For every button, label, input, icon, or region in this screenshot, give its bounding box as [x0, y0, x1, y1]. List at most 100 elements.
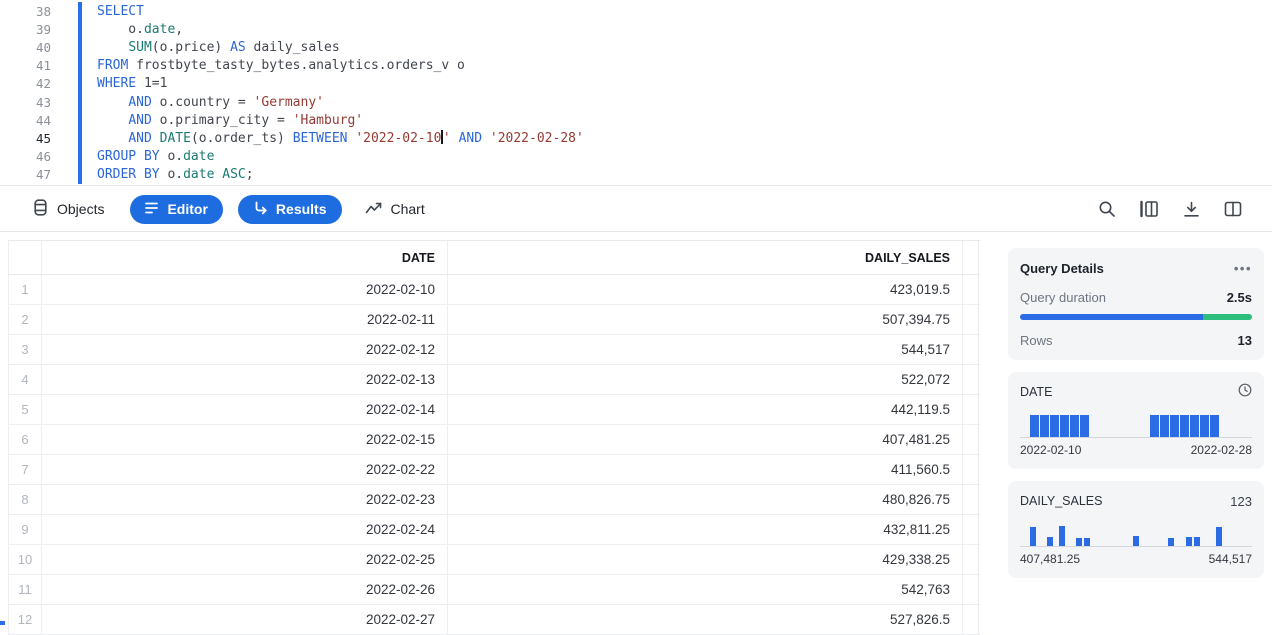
daily-sales-cell[interactable]: 544,517 — [448, 335, 963, 364]
row-number-cell[interactable]: 6 — [8, 425, 42, 454]
filler-cell[interactable] — [963, 485, 979, 514]
filler-cell[interactable] — [963, 365, 979, 394]
table-row[interactable]: 122022-02-27527,826.5 — [8, 605, 980, 635]
date-cell[interactable]: 2022-02-15 — [42, 425, 448, 454]
daily-sales-cell[interactable]: 429,338.25 — [448, 545, 963, 574]
histogram-bar — [1040, 415, 1049, 437]
daily-sales-histogram[interactable] — [1020, 515, 1252, 547]
code-text: AND o.primary_city = 'Hamburg' — [97, 113, 363, 128]
table-row[interactable]: 22022-02-11507,394.75 — [8, 305, 980, 335]
table-row[interactable]: 32022-02-12544,517 — [8, 335, 980, 365]
table-row[interactable]: 92022-02-24432,811.25 — [8, 515, 980, 545]
code-line[interactable]: 42WHERE 1=1 — [0, 75, 1272, 93]
editor-tab-button[interactable]: Editor — [130, 195, 222, 224]
ellipsis-menu-icon[interactable]: ••• — [1234, 261, 1252, 276]
date-histogram[interactable] — [1020, 406, 1252, 438]
daily-sales-column-header[interactable]: DAILY_SALES — [448, 241, 963, 274]
filler-cell[interactable] — [963, 395, 979, 424]
date-cell[interactable]: 2022-02-14 — [42, 395, 448, 424]
date-cell[interactable]: 2022-02-25 — [42, 545, 448, 574]
histogram-bar — [1190, 415, 1199, 437]
row-number-cell[interactable]: 1 — [8, 275, 42, 304]
daily-sales-cell[interactable]: 480,826.75 — [448, 485, 963, 514]
daily-sales-cell[interactable]: 411,560.5 — [448, 455, 963, 484]
line-number: 45 — [0, 131, 51, 146]
split-panel-icon[interactable] — [1222, 198, 1244, 220]
code-text: WHERE 1=1 — [97, 76, 167, 91]
table-row[interactable]: 72022-02-22411,560.5 — [8, 455, 980, 485]
histogram-bar — [1150, 415, 1159, 437]
search-icon[interactable] — [1096, 198, 1118, 220]
table-row[interactable]: 42022-02-13522,072 — [8, 365, 980, 395]
date-cell[interactable]: 2022-02-11 — [42, 305, 448, 334]
date-cell[interactable]: 2022-02-12 — [42, 335, 448, 364]
table-row[interactable]: 82022-02-23480,826.75 — [8, 485, 980, 515]
code-line[interactable]: 43 AND o.country = 'Germany' — [0, 93, 1272, 111]
daily-sales-cell[interactable]: 522,072 — [448, 365, 963, 394]
selection-bar — [78, 20, 82, 38]
filler-cell[interactable] — [963, 545, 979, 574]
line-chart-icon — [365, 201, 382, 218]
table-row[interactable]: 52022-02-14442,119.5 — [8, 395, 980, 425]
query-duration-bar[interactable] — [1020, 314, 1252, 320]
results-tab-button[interactable]: Results — [238, 195, 342, 224]
row-number-cell[interactable]: 3 — [8, 335, 42, 364]
filler-cell[interactable] — [963, 605, 979, 634]
editor-lines-icon — [145, 201, 159, 217]
date-cell[interactable]: 2022-02-26 — [42, 575, 448, 604]
rows-value: 13 — [1238, 333, 1252, 348]
row-number-cell[interactable]: 2 — [8, 305, 42, 334]
results-grid: DATE DAILY_SALES 12022-02-10423,019.5220… — [8, 240, 980, 635]
date-cell[interactable]: 2022-02-22 — [42, 455, 448, 484]
date-column-header[interactable]: DATE — [42, 241, 448, 274]
table-row[interactable]: 62022-02-15407,481.25 — [8, 425, 980, 455]
row-number-cell[interactable]: 5 — [8, 395, 42, 424]
chart-tab-button[interactable]: Chart — [365, 201, 425, 218]
daily-sales-cell[interactable]: 407,481.25 — [448, 425, 963, 454]
daily-sales-cell[interactable]: 432,811.25 — [448, 515, 963, 544]
row-number-cell[interactable]: 11 — [8, 575, 42, 604]
objects-toggle-button[interactable]: Objects — [33, 199, 104, 219]
download-icon[interactable] — [1180, 198, 1202, 220]
filler-cell[interactable] — [963, 275, 979, 304]
date-cell[interactable]: 2022-02-24 — [42, 515, 448, 544]
daily-sales-cell[interactable]: 527,826.5 — [448, 605, 963, 634]
date-cell[interactable]: 2022-02-27 — [42, 605, 448, 634]
row-number-cell[interactable]: 8 — [8, 485, 42, 514]
table-row[interactable]: 112022-02-26542,763 — [8, 575, 980, 605]
row-number-cell[interactable]: 12 — [8, 605, 42, 634]
code-line[interactable]: 38SELECT — [0, 2, 1272, 20]
code-line[interactable]: 44 AND o.primary_city = 'Hamburg' — [0, 111, 1272, 129]
row-number-cell[interactable]: 10 — [8, 545, 42, 574]
code-line[interactable]: 40 SUM(o.price) AS daily_sales — [0, 38, 1272, 56]
row-number-cell[interactable]: 4 — [8, 365, 42, 394]
filler-cell[interactable] — [963, 305, 979, 334]
daily-sales-cell[interactable]: 507,394.75 — [448, 305, 963, 334]
selection-bar — [78, 129, 82, 147]
filler-cell[interactable] — [963, 455, 979, 484]
table-row[interactable]: 102022-02-25429,338.25 — [8, 545, 980, 575]
row-number-cell[interactable]: 7 — [8, 455, 42, 484]
filler-cell[interactable] — [963, 425, 979, 454]
code-line[interactable]: 41FROM frostbyte_tasty_bytes.analytics.o… — [0, 57, 1272, 75]
daily-sales-cell[interactable]: 423,019.5 — [448, 275, 963, 304]
columns-icon[interactable] — [1138, 198, 1160, 220]
date-cell[interactable]: 2022-02-13 — [42, 365, 448, 394]
code-line[interactable]: 47ORDER BY o.date ASC; — [0, 166, 1272, 184]
daily-sales-cell[interactable]: 542,763 — [448, 575, 963, 604]
filler-cell[interactable] — [963, 335, 979, 364]
filler-cell[interactable] — [963, 575, 979, 604]
code-line[interactable]: 45 AND DATE(o.order_ts) BETWEEN '2022-02… — [0, 129, 1272, 147]
daily-sales-cell[interactable]: 442,119.5 — [448, 395, 963, 424]
code-line[interactable]: 46GROUP BY o.date — [0, 148, 1272, 166]
histogram-bar — [1210, 415, 1219, 437]
filler-cell[interactable] — [963, 515, 979, 544]
sql-editor[interactable]: 38SELECT39 o.date,40 SUM(o.price) AS dai… — [0, 0, 1272, 186]
row-number-cell[interactable]: 9 — [8, 515, 42, 544]
date-cell[interactable]: 2022-02-23 — [42, 485, 448, 514]
table-row[interactable]: 12022-02-10423,019.5 — [8, 275, 980, 305]
code-line[interactable]: 39 o.date, — [0, 20, 1272, 38]
date-cell[interactable]: 2022-02-10 — [42, 275, 448, 304]
histogram-bar — [1180, 415, 1189, 437]
results-tab-label: Results — [276, 201, 327, 217]
